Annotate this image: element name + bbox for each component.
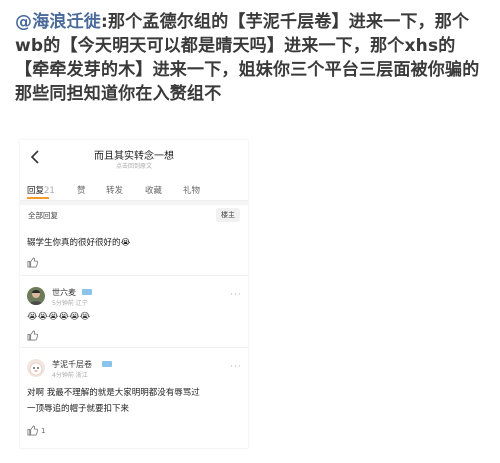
comment-divider xyxy=(20,347,248,348)
user-badge-icon xyxy=(82,289,92,295)
post-author-mention[interactable]: @海浪迁徙 xyxy=(15,12,101,32)
username[interactable]: 芋泥千层卷 xyxy=(52,359,92,370)
like-icon[interactable] xyxy=(27,425,38,436)
comment-meta: 4分钟前 浙江 xyxy=(52,372,88,379)
post-text: @海浪迁徙:那个孟德尔组的【芋泥千层卷】进来一下，那个wb的【今天明天可以都是晴… xyxy=(15,10,487,106)
owner-only-button[interactable]: 楼主 xyxy=(216,208,240,222)
tab-favorites[interactable]: 收藏 xyxy=(145,184,162,196)
comment-text-line: 一顶辱追的帽子就要扣下来 xyxy=(27,404,130,414)
top-bar: 而且其实转念一想 点击回到原文 xyxy=(20,140,248,178)
comment-divider xyxy=(20,275,248,276)
all-replies-filter[interactable]: 全部回复 xyxy=(28,210,58,221)
comment-text-line: 对啊 我最不理解的就是大家明明都没有辱骂过 xyxy=(27,388,200,398)
avatar[interactable] xyxy=(27,359,45,377)
tab-replies-count: 21 xyxy=(44,186,55,196)
comment-emoji-row: 😭😭😭😭😭😭 xyxy=(27,312,90,322)
user-badge-icon xyxy=(102,361,112,367)
post-title: 而且其实转念一想 xyxy=(94,151,174,162)
tab-bar: 回复21 赞 转发 收藏 礼物 xyxy=(20,178,248,201)
active-tab-indicator xyxy=(27,197,49,199)
like-icon[interactable] xyxy=(27,330,38,341)
comment-emoji: 😭😭😭😭😭😭 xyxy=(27,312,91,322)
tab-reposts[interactable]: 转发 xyxy=(106,184,123,196)
tab-gifts[interactable]: 礼物 xyxy=(183,184,200,196)
tab-likes[interactable]: 赞 xyxy=(77,184,86,196)
tab-replies[interactable]: 回复21 xyxy=(27,184,55,196)
more-options-icon[interactable]: ··· xyxy=(230,362,242,372)
phone-screenshot: 而且其实转念一想 点击回到原文 回复21 赞 转发 收藏 礼物 全部回复 楼主 … xyxy=(20,140,248,448)
avatar[interactable] xyxy=(27,287,45,305)
tab-replies-label: 回复 xyxy=(27,186,45,196)
more-options-icon[interactable]: ··· xyxy=(230,290,242,300)
like-icon[interactable] xyxy=(27,257,38,268)
filter-row: 全部回复 楼主 xyxy=(20,205,248,225)
like-count: 1 xyxy=(41,427,46,435)
comment-meta: 5分钟前 辽宁 xyxy=(52,300,88,307)
comment-text: 辍学生你真的很好很好的😭 xyxy=(27,238,131,248)
username[interactable]: 世六麦 xyxy=(52,287,76,298)
back-to-original-link[interactable]: 点击回到原文 xyxy=(20,161,248,170)
